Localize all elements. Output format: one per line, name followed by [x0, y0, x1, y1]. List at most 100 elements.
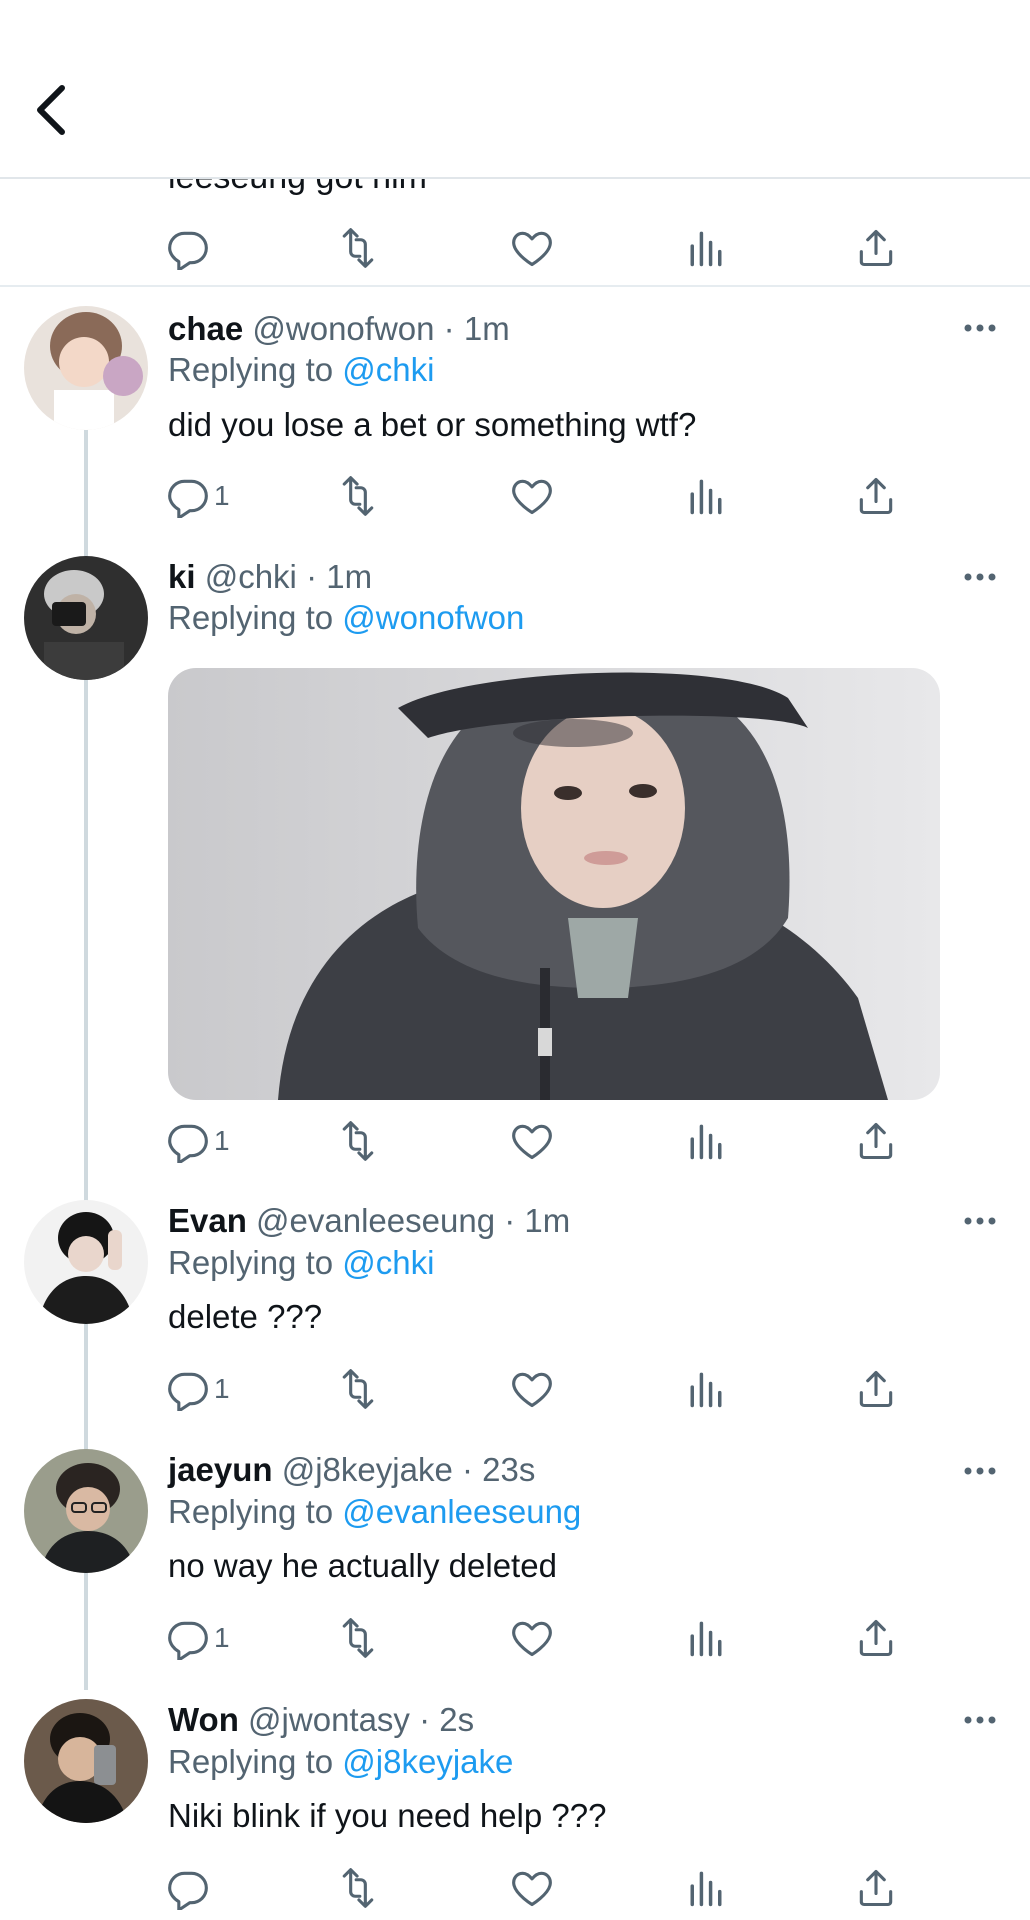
share-button[interactable] [854, 1614, 898, 1662]
views-button[interactable] [684, 472, 728, 520]
reply-icon [166, 1119, 210, 1163]
replying-to-prefix: Replying to [168, 1244, 334, 1281]
like-icon [510, 1119, 554, 1163]
like-button[interactable] [510, 1365, 554, 1413]
views-icon [684, 474, 728, 518]
like-button[interactable] [510, 1614, 554, 1662]
share-button[interactable] [854, 1864, 898, 1912]
replying-to: Replying to @j8keyjake [168, 1742, 513, 1782]
retweet-button[interactable] [336, 1365, 380, 1413]
handle[interactable]: @jwontasy [248, 1701, 410, 1738]
avatar[interactable] [24, 1699, 148, 1823]
retweet-button[interactable] [336, 224, 380, 272]
reply-button[interactable] [166, 224, 210, 272]
retweet-button[interactable] [336, 1864, 380, 1912]
retweet-button[interactable] [336, 472, 380, 520]
views-button[interactable] [684, 224, 728, 272]
tweet-header: jaeyun @j8keyjake · 23s [168, 1450, 535, 1490]
dot-separator: · [461, 1451, 473, 1488]
tweet-text: did you lose a bet or something wtf? [168, 406, 697, 443]
reply-button[interactable]: 1 [166, 1365, 230, 1413]
reply-icon [166, 226, 210, 270]
like-button[interactable] [510, 224, 554, 272]
more-options-button[interactable] [960, 1461, 1000, 1481]
handle[interactable]: @wonofwon [252, 310, 434, 347]
retweet-icon [336, 1866, 380, 1910]
reply-button[interactable]: 1 [166, 1117, 230, 1165]
like-button[interactable] [510, 1117, 554, 1165]
reply-count: 1 [214, 480, 230, 511]
more-icon [964, 573, 996, 581]
share-button[interactable] [854, 472, 898, 520]
like-button[interactable] [510, 472, 554, 520]
mention-link[interactable]: @wonofwon [342, 599, 524, 636]
views-button[interactable] [684, 1864, 728, 1912]
reply-button[interactable]: 1 [166, 1614, 230, 1662]
retweet-icon [336, 1616, 380, 1660]
reply-icon [166, 1367, 210, 1411]
retweet-button[interactable] [336, 1117, 380, 1165]
reply-icon [166, 474, 210, 518]
more-icon [964, 1716, 996, 1724]
avatar[interactable] [24, 306, 148, 430]
timestamp[interactable]: 23s [482, 1451, 535, 1488]
reply-icon [166, 1616, 210, 1660]
share-button[interactable] [854, 224, 898, 272]
timestamp[interactable]: 1m [326, 558, 372, 595]
timestamp[interactable]: 1m [524, 1202, 570, 1239]
views-icon [684, 1616, 728, 1660]
avatar[interactable] [24, 1449, 148, 1573]
tweet-action-bar [166, 224, 906, 272]
timestamp[interactable]: 2s [439, 1701, 474, 1738]
retweet-button[interactable] [336, 1614, 380, 1662]
display-name[interactable]: ki [168, 558, 196, 595]
display-name[interactable]: chae [168, 310, 243, 347]
dot-separator: · [504, 1202, 516, 1239]
tweet-media-photo[interactable] [168, 668, 940, 1100]
handle[interactable]: @chki [205, 558, 297, 595]
views-button[interactable] [684, 1117, 728, 1165]
avatar[interactable] [24, 556, 148, 680]
back-button[interactable] [28, 80, 78, 140]
avatar[interactable] [24, 1200, 148, 1324]
reply-count: 1 [214, 1622, 230, 1653]
more-options-button[interactable] [960, 1710, 1000, 1730]
tweet-header: chae @wonofwon · 1m [168, 309, 510, 349]
more-options-button[interactable] [960, 318, 1000, 338]
tweet-header: Evan @evanleeseung · 1m [168, 1201, 570, 1241]
timestamp[interactable]: 1m [464, 310, 510, 347]
mention-link[interactable]: @chki [342, 351, 434, 388]
display-name[interactable]: jaeyun [168, 1451, 273, 1488]
mention-link[interactable]: @evanleeseung [342, 1493, 581, 1530]
handle[interactable]: @j8keyjake [282, 1451, 453, 1488]
photo-image [168, 668, 940, 1100]
more-options-button[interactable] [960, 567, 1000, 587]
retweet-icon [336, 474, 380, 518]
views-icon [684, 1119, 728, 1163]
display-name[interactable]: Evan [168, 1202, 247, 1239]
more-options-button[interactable] [960, 1211, 1000, 1231]
share-icon [854, 1119, 898, 1163]
replying-to: Replying to @evanleeseung [168, 1492, 581, 1532]
replying-to-prefix: Replying to [168, 1493, 334, 1530]
share-icon [854, 1367, 898, 1411]
divider [0, 285, 1030, 287]
views-button[interactable] [684, 1365, 728, 1413]
handle[interactable]: @evanleeseung [256, 1202, 495, 1239]
share-button[interactable] [854, 1365, 898, 1413]
share-button[interactable] [854, 1117, 898, 1165]
display-name[interactable]: Won [168, 1701, 239, 1738]
avatar-jaeyun-image [24, 1449, 148, 1573]
avatar-evan-image [24, 1200, 148, 1324]
share-icon [854, 1866, 898, 1910]
tweet-text: no way he actually deleted [168, 1547, 557, 1584]
mention-link[interactable]: @j8keyjake [342, 1743, 513, 1780]
retweet-icon [336, 226, 380, 270]
views-button[interactable] [684, 1614, 728, 1662]
back-icon [37, 85, 65, 135]
like-button[interactable] [510, 1864, 554, 1912]
reply-button[interactable] [166, 1864, 214, 1912]
mention-link[interactable]: @chki [342, 1244, 434, 1281]
views-icon [684, 1866, 728, 1910]
reply-button[interactable]: 1 [166, 472, 230, 520]
